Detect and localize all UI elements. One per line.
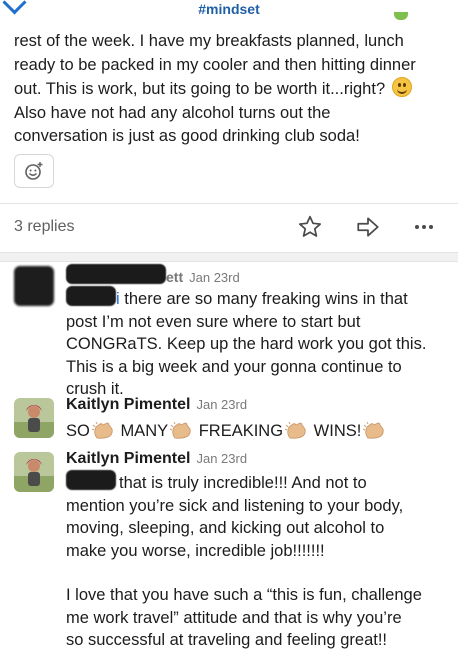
reply-line: so successful at traveling and feeling g… <box>66 631 388 649</box>
redacted-mention <box>66 286 116 306</box>
reply-text: that is truly incredible!!! And not to m… <box>66 470 446 652</box>
reply-message: ett Jan 23rd i there are so many freaking… <box>0 262 458 398</box>
reply-word: MANY <box>120 422 169 440</box>
reply-header: Kaitlyn Pimentel Jan 23rd <box>66 450 247 468</box>
add-reaction-button[interactable] <box>14 154 54 188</box>
reply-line: make you worse, incredible job!!!!!!! <box>66 541 325 560</box>
reply-line: I love that you have such a “this is fun… <box>66 586 422 604</box>
clap-emoji-icon <box>91 421 113 439</box>
thread-header: #mindset <box>0 0 458 20</box>
reply-word: WINS! <box>313 422 362 440</box>
clap-emoji-icon <box>284 421 306 439</box>
timestamp: Jan 23rd <box>196 397 248 412</box>
thread-actions-bar: 3 replies <box>0 204 458 252</box>
reply-line: CONGRaTS. Keep up the hard work you got … <box>66 335 427 353</box>
post-line: out. This is work, but its going to be w… <box>14 77 446 102</box>
reply-header: ett Jan 23rd <box>66 264 240 287</box>
author-name[interactable]: Kaitlyn Pimentel <box>66 450 190 467</box>
reply-line: i there are so many freaking wins in tha… <box>66 286 446 311</box>
user-photo-icon <box>14 452 54 492</box>
post-line: Also have not had any alcohol turns out … <box>14 103 331 122</box>
replies-count[interactable]: 3 replies <box>14 218 74 236</box>
timestamp: Jan 23rd <box>196 451 248 466</box>
timestamp: Jan 23rd <box>189 270 240 285</box>
reply-word: SO <box>66 422 90 440</box>
reply-text: i there are so many freaking wins in tha… <box>66 286 446 401</box>
channel-name[interactable]: #mindset <box>198 1 259 17</box>
avatar[interactable] <box>14 452 54 492</box>
reply-line: that is truly incredible!!! And not to <box>66 470 446 495</box>
share-arrow-icon[interactable] <box>355 214 381 240</box>
reply-line: This is a big week and your gonna contin… <box>66 357 402 376</box>
parent-message-text: rest of the week. I have my breakfasts p… <box>14 30 446 149</box>
reply-line: post I’m not even sure where to start bu… <box>66 312 361 331</box>
redacted-name <box>66 264 166 284</box>
reply-message: Kaitlyn Pimentel Jan 23rd SO MANY FREAKIN… <box>0 394 458 446</box>
smile-emoji-icon <box>391 77 412 98</box>
post-line: conversation is just as good drinking cl… <box>14 127 360 146</box>
redacted-avatar <box>14 266 54 306</box>
reply-header: Kaitlyn Pimentel Jan 23rd <box>66 396 247 414</box>
reply-word: FREAKING <box>198 422 284 440</box>
reply-message: Kaitlyn Pimentel Jan 23rd that is truly i… <box>0 448 458 649</box>
reply-line: moving, sleeping, and kicking out alcoho… <box>66 519 385 537</box>
avatar[interactable] <box>14 398 54 438</box>
section-separator <box>0 252 458 262</box>
reply-text: SO MANY FREAKING WINS! <box>66 420 446 443</box>
author-name-fragment[interactable]: ett <box>166 269 183 285</box>
user-photo-icon <box>14 398 54 438</box>
reply-line: mention you’re sick and listening to you… <box>66 496 404 515</box>
post-line: rest of the week. I have my breakfasts p… <box>14 32 404 50</box>
clap-emoji-icon <box>363 421 384 439</box>
author-name[interactable]: Kaitlyn Pimentel <box>66 396 190 413</box>
add-reaction-icon <box>25 162 43 180</box>
reply-line: me work travel” attitude and that is why… <box>66 608 402 627</box>
post-line: ready to be packed in my cooler and then… <box>14 55 416 74</box>
redacted-mention <box>66 470 116 490</box>
star-icon[interactable] <box>297 214 323 240</box>
clap-emoji-icon <box>169 421 191 439</box>
more-options-icon[interactable] <box>413 216 435 238</box>
back-chevron-icon[interactable] <box>2 0 27 15</box>
emoji-icon <box>394 12 408 20</box>
